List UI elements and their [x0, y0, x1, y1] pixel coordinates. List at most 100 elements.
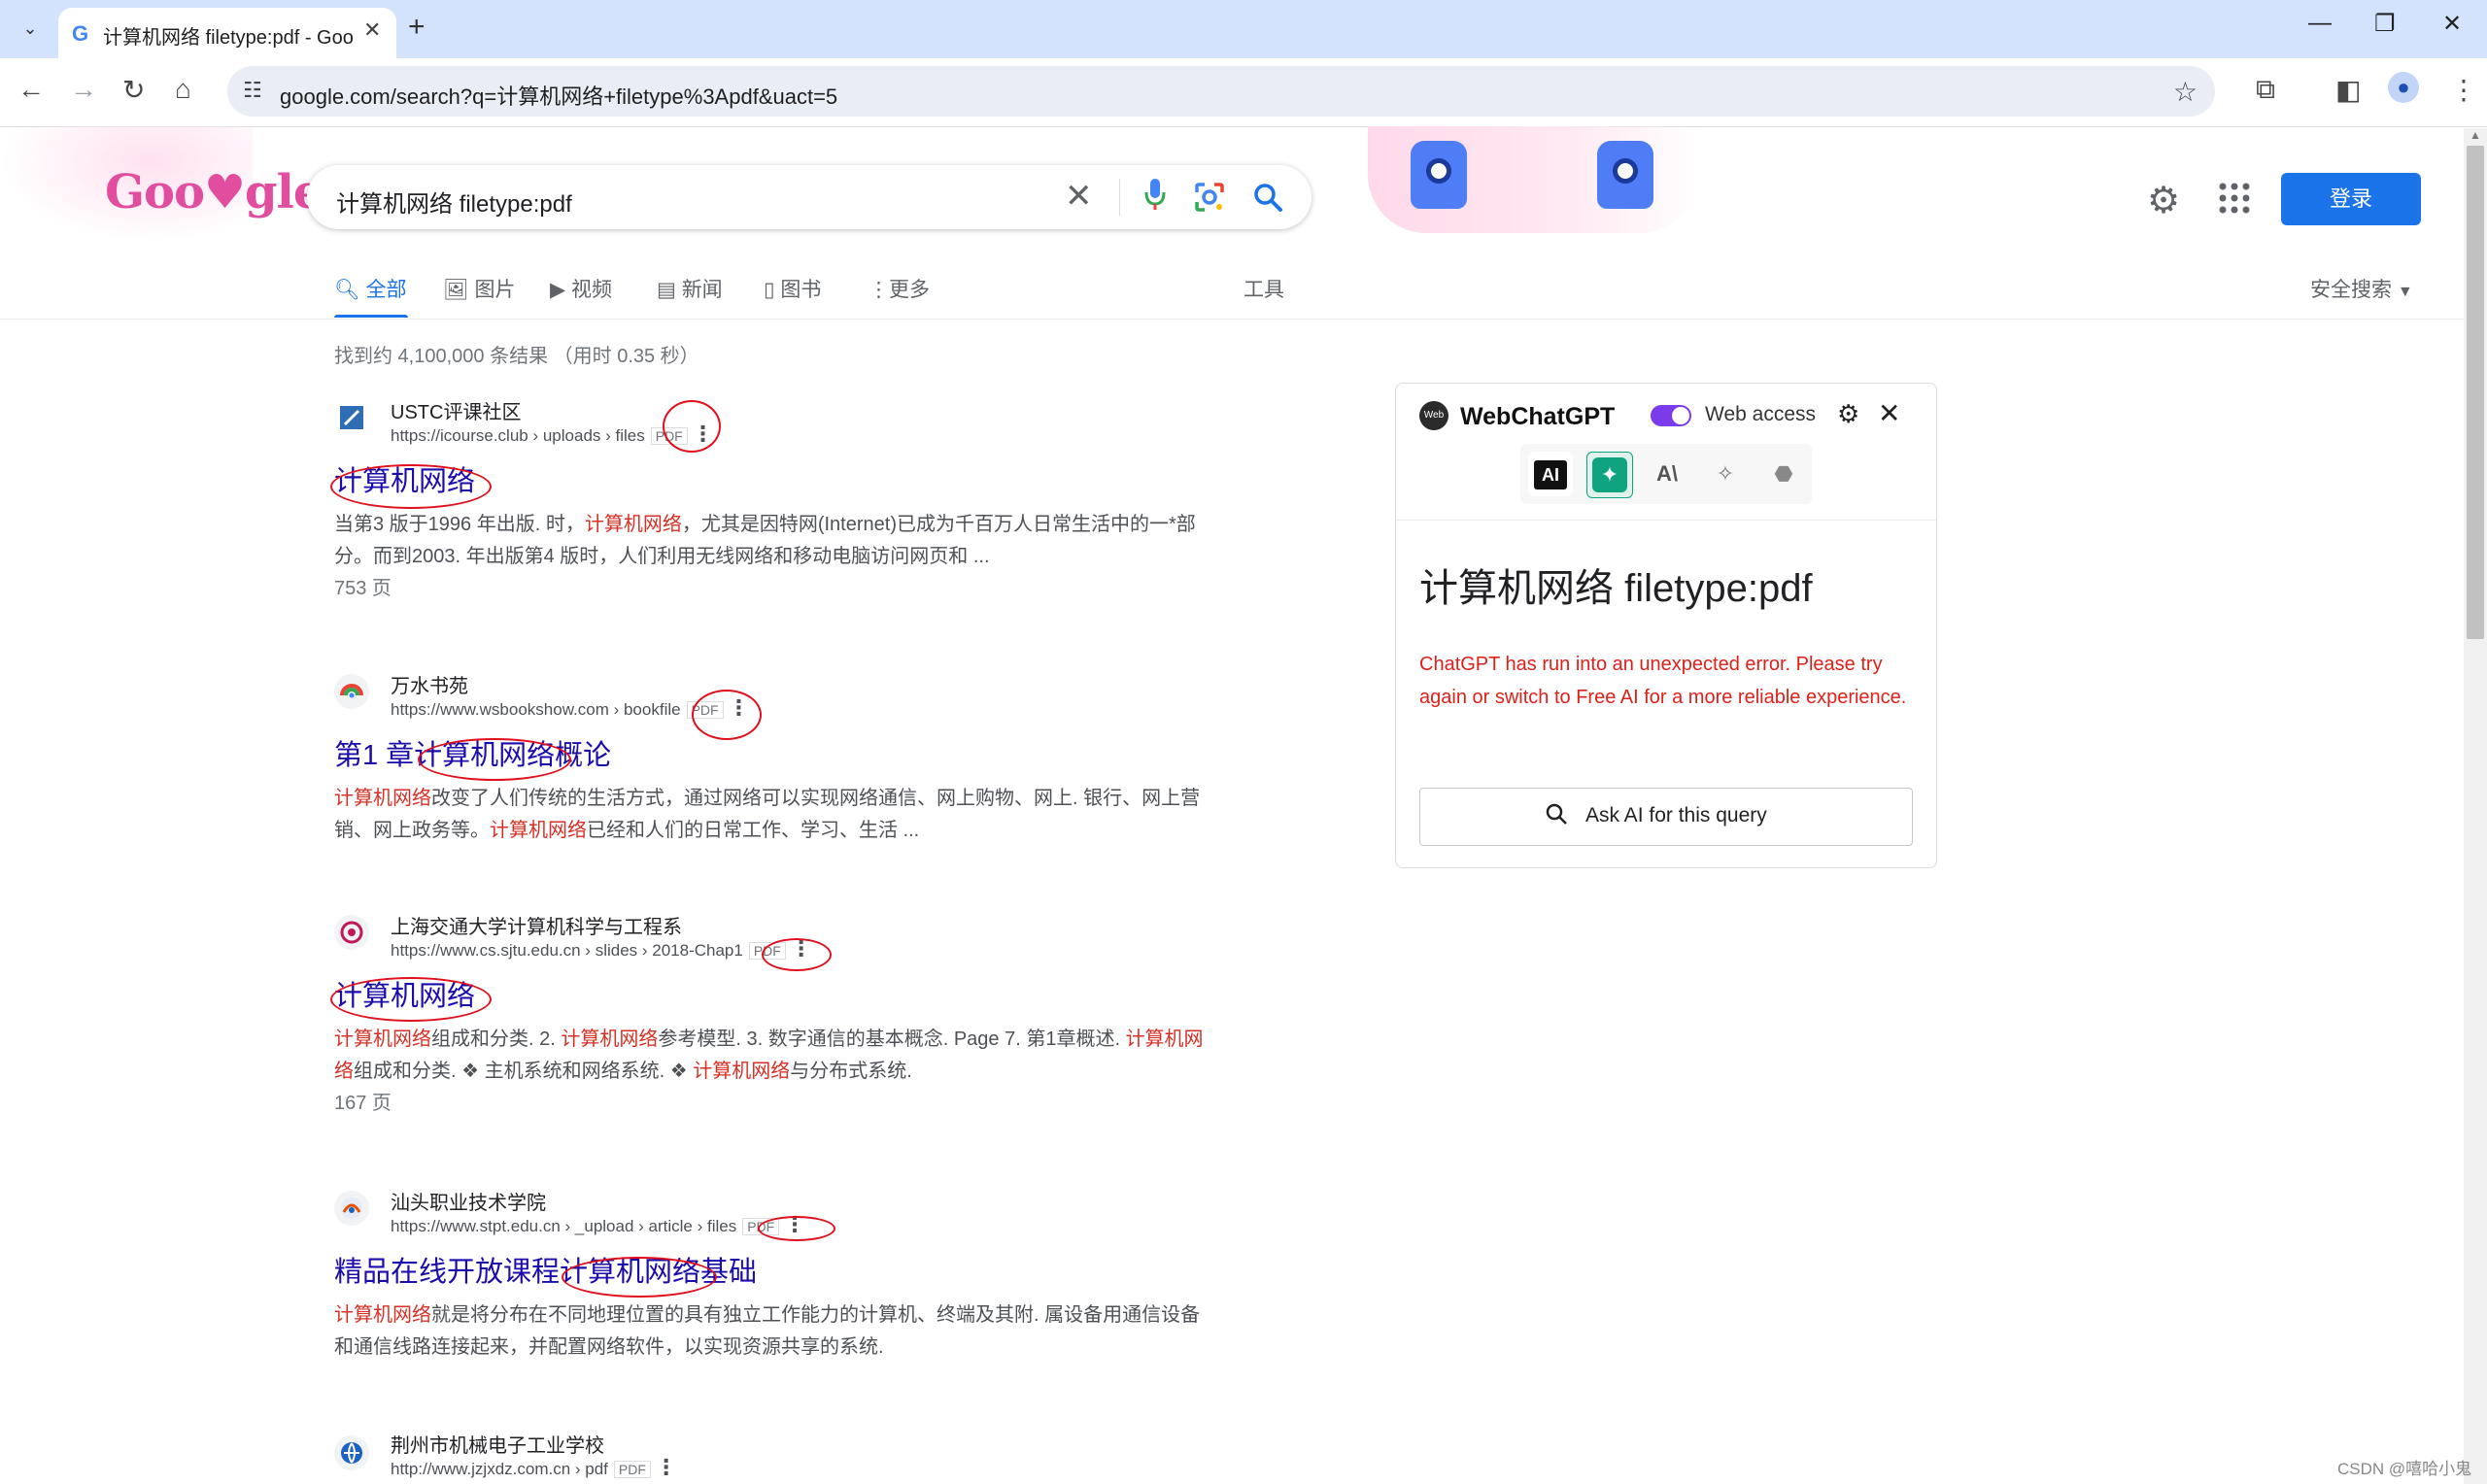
site-favicon-icon[interactable] [334, 400, 369, 435]
dropdown-arrow-icon: ▼ [2397, 284, 2413, 300]
side-panel-icon[interactable]: ◧ [2335, 74, 2361, 106]
tab-videos[interactable]: ▶ 视频 [550, 274, 612, 303]
ask-ai-button[interactable]: Ask AI for this query [1419, 788, 1913, 846]
result-title-link[interactable]: 计算机网络 [334, 458, 475, 499]
tab-close-icon[interactable]: ✕ [363, 17, 381, 43]
site-name[interactable]: USTC评课社区 [391, 396, 521, 424]
site-name[interactable]: 荆州市机械电子工业学校 [391, 1430, 604, 1458]
profile-avatar-icon[interactable]: ● [2388, 72, 2419, 103]
tab-images[interactable]: 🖼︎ 图片 [443, 274, 516, 303]
snippet-text: 计算机网络就是将分布在不同地理位置的具有独立工作能力的计算机、终端及其附. 属设… [334, 1304, 1201, 1358]
google-favicon-icon: G [72, 21, 89, 46]
site-url[interactable]: http://www.jzjxdz.com.cn › pdf PDF ⋮ [391, 1455, 677, 1480]
chatgpt-model-icon[interactable]: ✦ [1592, 457, 1627, 492]
result-snippet: 计算机网络改变了人们传统的生活方式，通过网络可以实现网络通信、网上购物、网上. … [334, 783, 1209, 847]
extensions-icon[interactable]: ⧉ [2256, 74, 2275, 106]
site-favicon-icon[interactable] [334, 915, 369, 950]
site-favicon-icon[interactable] [334, 1435, 369, 1470]
pdf-badge: PDF [748, 942, 786, 960]
site-name[interactable]: 万水书苑 [391, 670, 468, 698]
forward-arrow-icon[interactable]: → [70, 74, 97, 105]
site-url[interactable]: https://icourse.club › uploads › files PD… [391, 422, 713, 447]
error-message: ChatGPT has run into an unexpected error… [1419, 654, 1907, 708]
google-doodle-logo[interactable]: Goo♥gle [105, 165, 323, 219]
search-submit-icon[interactable] [1251, 181, 1284, 214]
clear-icon[interactable]: ✕ [1065, 177, 1093, 216]
new-tab-button[interactable]: + [408, 12, 426, 43]
snippet-text: 计算机网络组成和分类. 2. 计算机网络参考模型. 3. 数字通信的基本概念. … [334, 1029, 1204, 1082]
pdf-badge: PDF [613, 1461, 651, 1478]
search-input[interactable]: 计算机网络 filetype:pdf [336, 185, 572, 219]
tab-books[interactable]: ▯ 图书 [764, 274, 821, 303]
webchatgpt-logo-icon: Web [1419, 401, 1448, 430]
chrome-menu-icon[interactable]: ⋮ [2450, 74, 2477, 106]
url-text[interactable]: google.com/search?q=计算机网络+filetype%3Apdf… [280, 80, 837, 111]
site-info-icon[interactable]: ☷ [243, 78, 262, 103]
pdf-badge: PDF [686, 701, 724, 719]
bookmark-star-icon[interactable]: ☆ [2173, 76, 2197, 108]
site-favicon-icon[interactable] [334, 674, 369, 709]
site-url[interactable]: https://www.stpt.edu.cn › _upload › arti… [391, 1212, 805, 1237]
result-title-link[interactable]: 第1 章计算机网络概论 [334, 732, 611, 773]
site-url[interactable]: https://www.wsbookshow.com › bookfile PDF… [391, 695, 749, 721]
close-window-button[interactable]: ✕ [2442, 10, 2462, 38]
image-icon: 🖼︎ [443, 279, 469, 301]
result-title-link[interactable]: 精品在线开放课程计算机网络基础 [334, 1249, 757, 1290]
tools-button[interactable]: 工具 [1244, 274, 1284, 303]
tab-more[interactable]: ⋮更多 [869, 274, 930, 303]
search-result: 万水书苑 https://www.wsbookshow.com › bookfi… [334, 674, 1209, 849]
snippet-text: 当第3 版于1996 年出版. 时，计算机网络，尤其是因特网(Internet)… [334, 514, 1196, 567]
panel-close-icon[interactable]: ✕ [1878, 397, 1900, 429]
site-url[interactable]: https://www.cs.sjtu.edu.cn › slides › 20… [391, 936, 812, 961]
reload-icon[interactable]: ↻ [122, 74, 145, 106]
tab-strip: ⌄ G 计算机网络 filetype:pdf - Goo ✕ + — ❐ ✕ [0, 0, 2487, 58]
copilot-model-icon[interactable]: ⬣ [1761, 452, 1806, 496]
more-options-icon[interactable]: ⋮ [692, 422, 713, 446]
scrollbar-thumb[interactable] [2467, 146, 2484, 639]
more-options-icon[interactable]: ⋮ [656, 1455, 677, 1479]
tab-news[interactable]: ▤ 新闻 [657, 274, 723, 303]
tab-search-button[interactable]: ⌄ [16, 14, 45, 43]
scroll-up-arrow-icon[interactable]: ▲ [2470, 128, 2481, 142]
news-icon: ▤ [657, 279, 676, 301]
more-options-icon[interactable]: ⋮ [784, 1212, 805, 1236]
settings-gear-icon[interactable]: ⚙ [2147, 179, 2180, 222]
google-lens-icon[interactable] [1193, 181, 1226, 214]
free-ai-model-icon[interactable]: AI [1534, 460, 1567, 489]
book-icon: ▯ [764, 279, 775, 301]
search-box[interactable]: 计算机网络 filetype:pdf ✕ [307, 165, 1312, 229]
safesearch-dropdown[interactable]: 安全搜索 ▼ [2310, 274, 2413, 303]
panel-query-heading: 计算机网络 filetype:pdf [1419, 567, 1813, 610]
result-title-link[interactable]: 计算机网络 [334, 973, 475, 1014]
site-name[interactable]: 上海交通大学计算机科学与工程系 [391, 911, 682, 939]
gemini-model-icon[interactable]: ✧ [1703, 452, 1748, 496]
web-access-toggle[interactable] [1651, 405, 1691, 426]
search-result: 汕头职业技术学院 https://www.stpt.edu.cn › _uplo… [334, 1191, 1209, 1366]
panel-settings-icon[interactable]: ⚙ [1837, 399, 1859, 429]
webchatgpt-title: WebChatGPT [1460, 403, 1616, 430]
claude-model-icon[interactable]: A\ [1645, 452, 1689, 496]
page-count: 167 页 [334, 1093, 392, 1114]
active-tab-indicator [334, 315, 408, 318]
tab-all[interactable]: 🔍︎ 全部 [334, 274, 407, 303]
webchatgpt-panel: Web WebChatGPT Web access ⚙ ✕ AI ✦ A\ ✧ … [1395, 383, 1937, 868]
restore-button[interactable]: ❐ [2374, 10, 2396, 38]
more-options-icon[interactable]: ⋮ [791, 936, 812, 961]
address-bar[interactable]: ☷ google.com/search?q=计算机网络+filetype%3Ap… [227, 66, 2215, 117]
doodle-robot-image [1597, 141, 1653, 209]
login-button[interactable]: 登录 [2281, 173, 2421, 225]
browser-tab[interactable]: G 计算机网络 filetype:pdf - Goo ✕ [58, 8, 396, 58]
model-selector: AI ✦ A\ ✧ ⬣ [1520, 444, 1812, 504]
google-apps-icon[interactable] [2217, 181, 2252, 216]
search-icon [1546, 803, 1567, 825]
minimize-button[interactable]: — [2308, 10, 2332, 37]
result-snippet: 计算机网络就是将分布在不同地理位置的具有独立工作能力的计算机、终端及其附. 属设… [334, 1299, 1209, 1364]
home-icon[interactable]: ⌂ [175, 74, 191, 105]
site-name[interactable]: 汕头职业技术学院 [391, 1187, 546, 1215]
microphone-icon[interactable] [1144, 179, 1166, 212]
search-result: 上海交通大学计算机科学与工程系 https://www.cs.sjtu.edu.… [334, 915, 1209, 1119]
site-favicon-icon[interactable] [334, 1191, 369, 1226]
back-arrow-icon[interactable]: ← [17, 74, 45, 105]
more-options-icon[interactable]: ⋮ [728, 695, 749, 720]
search-divider [1119, 179, 1120, 216]
